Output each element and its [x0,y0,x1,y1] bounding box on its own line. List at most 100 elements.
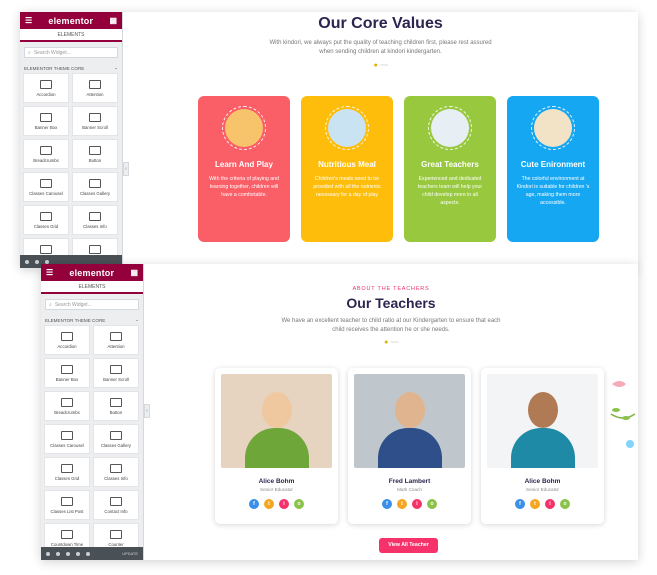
widget-icon [40,79,52,89]
section-description: We have an excellent teacher to child ra… [144,317,638,335]
widget-item[interactable]: Accordion [23,73,69,103]
facebook-icon[interactable]: f [249,499,259,509]
widget-label: Attention [107,343,125,349]
teacher-role: Math Coach [397,487,422,492]
search-input[interactable]: ⌕ Search Widget... [45,299,139,310]
social-links: ftio [487,499,598,509]
settings-icon[interactable] [25,259,29,264]
instagram-icon[interactable]: i [279,499,289,509]
responsive-icon[interactable] [76,551,80,556]
widget-label: Button [109,409,123,415]
card-title: Cute Enironment [520,160,586,169]
widget-item[interactable]: Button [72,139,118,169]
teacher-photo [354,374,465,468]
widget-icon [110,496,122,506]
social-links: ftio [354,499,465,509]
twitter-icon[interactable]: t [530,499,540,509]
view-all-teacher-button[interactable]: View All Teacher [379,538,438,553]
widget-item[interactable]: Banner Scroll [93,358,139,388]
teacher-role: Senior Educator [260,487,293,492]
category-header[interactable]: ELEMENTOR THEME CORE ⌄ [41,315,143,325]
instagram-icon[interactable]: i [545,499,555,509]
tab-elements[interactable]: ELEMENTS [41,281,143,294]
history-icon[interactable] [66,551,70,556]
category-header[interactable]: ELEMENTOR THEME CORE ⌄ [20,63,122,73]
widget-icon [61,529,73,539]
widget-icon [40,112,52,122]
grid-apps-icon[interactable]: ▦ [130,268,138,277]
widget-item[interactable]: Contact Info [93,490,139,520]
widget-label: Countdown Time [50,541,84,547]
section-title: Our Teachers [346,295,436,311]
layers-icon[interactable] [56,551,60,556]
bee-divider-icon: ● ~~~ [373,62,389,69]
widget-item[interactable]: Attention [72,73,118,103]
search-placeholder: Search Widget... [33,49,71,56]
card-title: Great Teachers [421,160,479,169]
card-text: The colorful environment at Kindori is s… [516,176,590,206]
widget-item[interactable]: Classes Carousel [44,424,90,454]
widget-icon [40,211,52,221]
widget-item[interactable]: Classes Gallery [72,172,118,202]
value-card: Nutritious Meal Children's meals need to … [301,96,393,242]
other-icon[interactable]: o [427,499,437,509]
widget-icon [61,397,73,407]
widget-icon [110,364,122,374]
card-title: Nutritious Meal [318,160,376,169]
facebook-icon[interactable]: f [382,499,392,509]
settings-icon[interactable] [46,551,50,556]
editor-window-teachers: ☰ elementor ▦ ELEMENTS ⌕ Search Widget..… [41,264,638,560]
chevron-down-icon: ⌄ [135,317,139,322]
elementor-sidebar: ☰ elementor ▦ ELEMENTS ⌕ Search Widget..… [20,12,123,268]
widget-item[interactable]: Button [93,391,139,421]
widget-item[interactable]: Classes Info [72,205,118,235]
category-label: ELEMENTOR THEME CORE [45,317,106,323]
widget-icon [40,178,52,188]
widget-icon [110,463,122,473]
hamburger-menu-icon[interactable]: ☰ [46,268,53,277]
layers-icon[interactable] [35,259,39,264]
widget-item[interactable]: Accordion [44,325,90,355]
widget-icon [61,331,73,341]
widget-item[interactable]: Classes Grid [23,205,69,235]
widget-label: Accordion [36,91,56,97]
widget-label: Button [88,157,102,163]
hamburger-menu-icon[interactable]: ☰ [25,16,32,25]
widget-item[interactable]: Classes List Post [44,490,90,520]
sidebar-header: ☰ elementor ▦ [20,12,122,29]
widget-item[interactable]: Breadcrumbs [23,139,69,169]
widget-icon [89,145,101,155]
widget-label: Classes Grid [33,223,59,229]
value-cards: Learn And Play With the criteria of playi… [198,96,599,242]
widget-item[interactable]: Breadcrumbs [44,391,90,421]
widget-icon [40,145,52,155]
history-icon[interactable] [45,259,49,264]
grid-apps-icon[interactable]: ▦ [109,16,117,25]
card-photo [531,106,575,150]
widget-item[interactable]: Classes Gallery [93,424,139,454]
widget-item[interactable]: Classes Grid [44,457,90,487]
widget-item[interactable]: Banner Scroll [72,106,118,136]
widget-grid: Accordion Attention Banner Box Banner Scrol… [41,325,143,560]
widget-item[interactable]: Banner Box [23,106,69,136]
widget-item[interactable]: Attention [93,325,139,355]
widget-label: Classes Grid [54,475,80,481]
twitter-icon[interactable]: t [397,499,407,509]
preview-icon[interactable] [86,551,90,556]
widget-icon [110,430,122,440]
widget-item[interactable]: Banner Box [44,358,90,388]
instagram-icon[interactable]: i [412,499,422,509]
facebook-icon[interactable]: f [515,499,525,509]
page-canvas: Our Core Values With kindori, we always … [123,12,638,268]
search-input[interactable]: ⌕ Search Widget... [24,47,118,58]
other-icon[interactable]: o [560,499,570,509]
widget-item[interactable]: Classes Carousel [23,172,69,202]
update-button[interactable]: UPDATE [122,551,138,556]
other-icon[interactable]: o [294,499,304,509]
twitter-icon[interactable]: t [264,499,274,509]
widget-item[interactable]: Classes Info [93,457,139,487]
category-label: ELEMENTOR THEME CORE [24,65,85,71]
tab-elements[interactable]: ELEMENTS [20,29,122,42]
sidebar-footer: UPDATE [41,547,143,560]
section-kicker: ABOUT THE TEACHERS [352,286,430,292]
